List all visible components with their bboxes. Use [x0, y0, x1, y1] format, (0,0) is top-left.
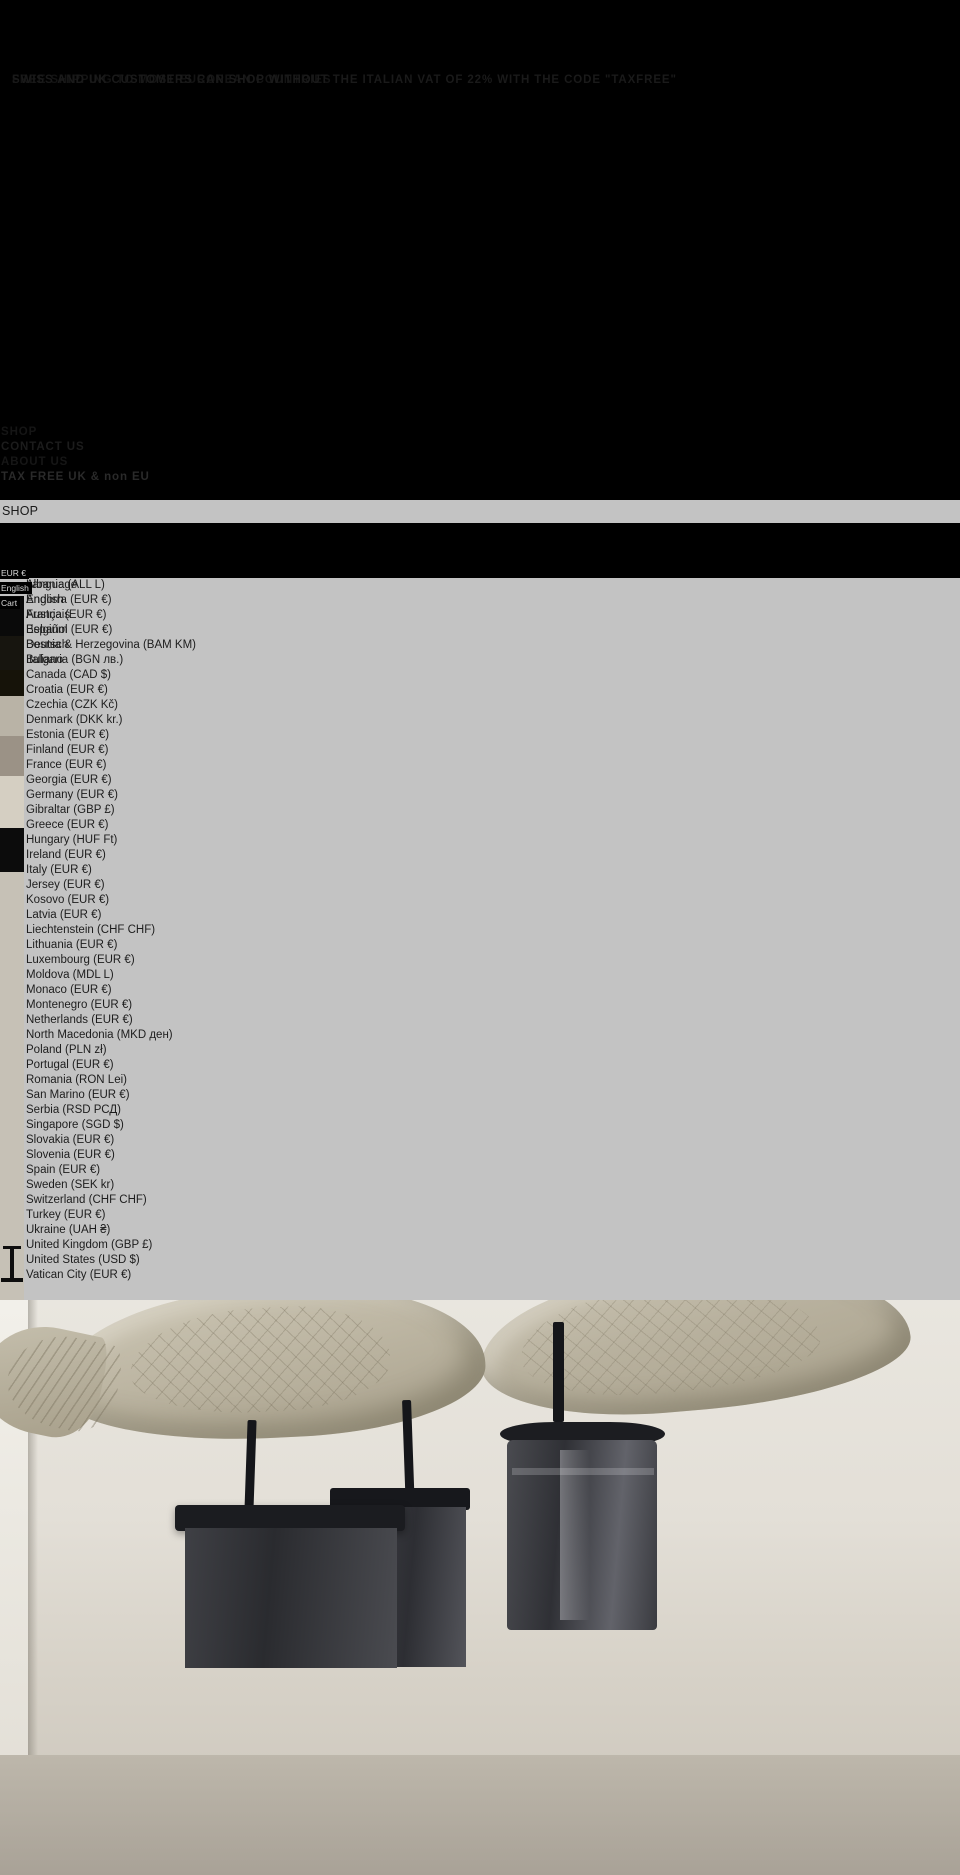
plinth-3-highlight	[560, 1450, 590, 1620]
country-option[interactable]: Hungary (HUF Ft)	[0, 833, 500, 848]
plinth-3-band	[512, 1468, 654, 1475]
country-option[interactable]: Greece (EUR €)	[0, 818, 500, 833]
country-option[interactable]: Serbia (RSD РСД)	[0, 1103, 500, 1118]
locale-dropdown-panel: Albania (ALL L) Andorra (EUR €) Austria (E…	[0, 578, 960, 1300]
country-option[interactable]: Finland (EUR €)	[0, 743, 500, 758]
country-option[interactable]: Monaco (EUR €)	[0, 983, 500, 998]
shop-strip[interactable]: SHOP	[0, 500, 960, 523]
language-selector[interactable]: English	[0, 582, 32, 594]
nav-item-tax-free[interactable]: TAX FREE UK & non EU	[0, 470, 500, 485]
country-option[interactable]: Czechia (CZK Kč)	[0, 698, 500, 713]
country-option[interactable]: Romania (RON Lei)	[0, 1073, 500, 1088]
country-option[interactable]: Switzerland (CHF CHF)	[0, 1193, 500, 1208]
plinth-1-body	[185, 1528, 397, 1668]
announcement-bar: FREE SHIPPING TO MOST EUROPEAN COUNTRIES…	[0, 0, 960, 110]
country-option[interactable]: Moldova (MDL L)	[0, 968, 500, 983]
currency-selector-label: EUR €	[1, 568, 27, 578]
shop-strip-label: SHOP	[2, 504, 39, 518]
country-option-list[interactable]: Albania (ALL L) Andorra (EUR €) Austria (E…	[0, 578, 500, 1283]
hero-product-image	[0, 1300, 960, 1875]
country-option[interactable]: North Macedonia (MKD ден)	[0, 1028, 500, 1043]
country-option[interactable]: Jersey (EUR €)	[0, 878, 500, 893]
country-option[interactable]: Germany (EUR €)	[0, 788, 500, 803]
country-option[interactable]: Sweden (SEK kr)	[0, 1178, 500, 1193]
country-option[interactable]: Ukraine (UAH ₴)	[0, 1223, 500, 1238]
country-option[interactable]: Slovenia (EUR €)	[0, 1148, 500, 1163]
country-option[interactable]: Portugal (EUR €)	[0, 1058, 500, 1073]
country-option[interactable]: San Marino (EUR €)	[0, 1088, 500, 1103]
country-option[interactable]: Gibraltar (GBP £)	[0, 803, 500, 818]
language-option[interactable]: Español	[0, 623, 200, 638]
country-option[interactable]: Canada (CAD $)	[0, 668, 500, 683]
country-option[interactable]: Georgia (EUR €)	[0, 773, 500, 788]
country-option[interactable]: Vatican City (EUR €)	[0, 1268, 500, 1283]
country-option[interactable]: Kosovo (EUR €)	[0, 893, 500, 908]
country-option[interactable]: Ireland (EUR €)	[0, 848, 500, 863]
language-option[interactable]: Français	[0, 608, 200, 623]
country-option[interactable]: Montenegro (EUR €)	[0, 998, 500, 1013]
country-option[interactable]: Singapore (SGD $)	[0, 1118, 500, 1133]
nav-item-about-us[interactable]: ABOUT US	[0, 455, 500, 470]
country-option[interactable]: Denmark (DKK kr.)	[0, 713, 500, 728]
country-option[interactable]: Croatia (EUR €)	[0, 683, 500, 698]
strip-gap	[0, 523, 960, 578]
country-option[interactable]: Lithuania (EUR €)	[0, 938, 500, 953]
country-option[interactable]: Estonia (EUR €)	[0, 728, 500, 743]
country-option[interactable]: Slovakia (EUR €)	[0, 1133, 500, 1148]
country-option[interactable]: Latvia (EUR €)	[0, 908, 500, 923]
main-navigation: SHOP CONTACT US ABOUT US TAX FREE UK & n…	[0, 425, 500, 485]
cart-button-label: Cart	[1, 598, 18, 608]
language-selector-label: English	[1, 583, 29, 593]
panel-photo-sliver	[0, 578, 24, 1300]
country-option[interactable]: France (EUR €)	[0, 758, 500, 773]
country-option[interactable]: United Kingdom (GBP £)	[0, 1238, 500, 1253]
nav-item-shop[interactable]: SHOP	[0, 425, 500, 440]
country-option[interactable]: Spain (EUR €)	[0, 1163, 500, 1178]
announcement-text-secondary: SWISS AND UK CUSTOMERS CAN SHOP WITHOUT …	[12, 74, 677, 86]
language-option[interactable]: Italiano	[0, 653, 200, 668]
lamp-stem-shape	[10, 1249, 14, 1279]
support-rod-3	[553, 1322, 564, 1422]
currency-selector[interactable]: EUR €	[0, 567, 30, 579]
country-option[interactable]: Luxembourg (EUR €)	[0, 953, 500, 968]
country-option[interactable]: Turkey (EUR €)	[0, 1208, 500, 1223]
lamp-base-shape	[1, 1278, 23, 1282]
language-option[interactable]: English	[0, 593, 200, 608]
country-option[interactable]: Poland (PLN zł)	[0, 1043, 500, 1058]
country-option[interactable]: Netherlands (EUR €)	[0, 1013, 500, 1028]
country-option[interactable]: Italy (EUR €)	[0, 863, 500, 878]
cart-button[interactable]: Cart	[0, 597, 21, 609]
country-option[interactable]: United States (USD $)	[0, 1253, 500, 1268]
hero-floor	[0, 1755, 960, 1875]
nav-item-contact-us[interactable]: CONTACT US	[0, 440, 500, 455]
language-option[interactable]: Deutsch	[0, 638, 200, 653]
country-option[interactable]: Liechtenstein (CHF CHF)	[0, 923, 500, 938]
